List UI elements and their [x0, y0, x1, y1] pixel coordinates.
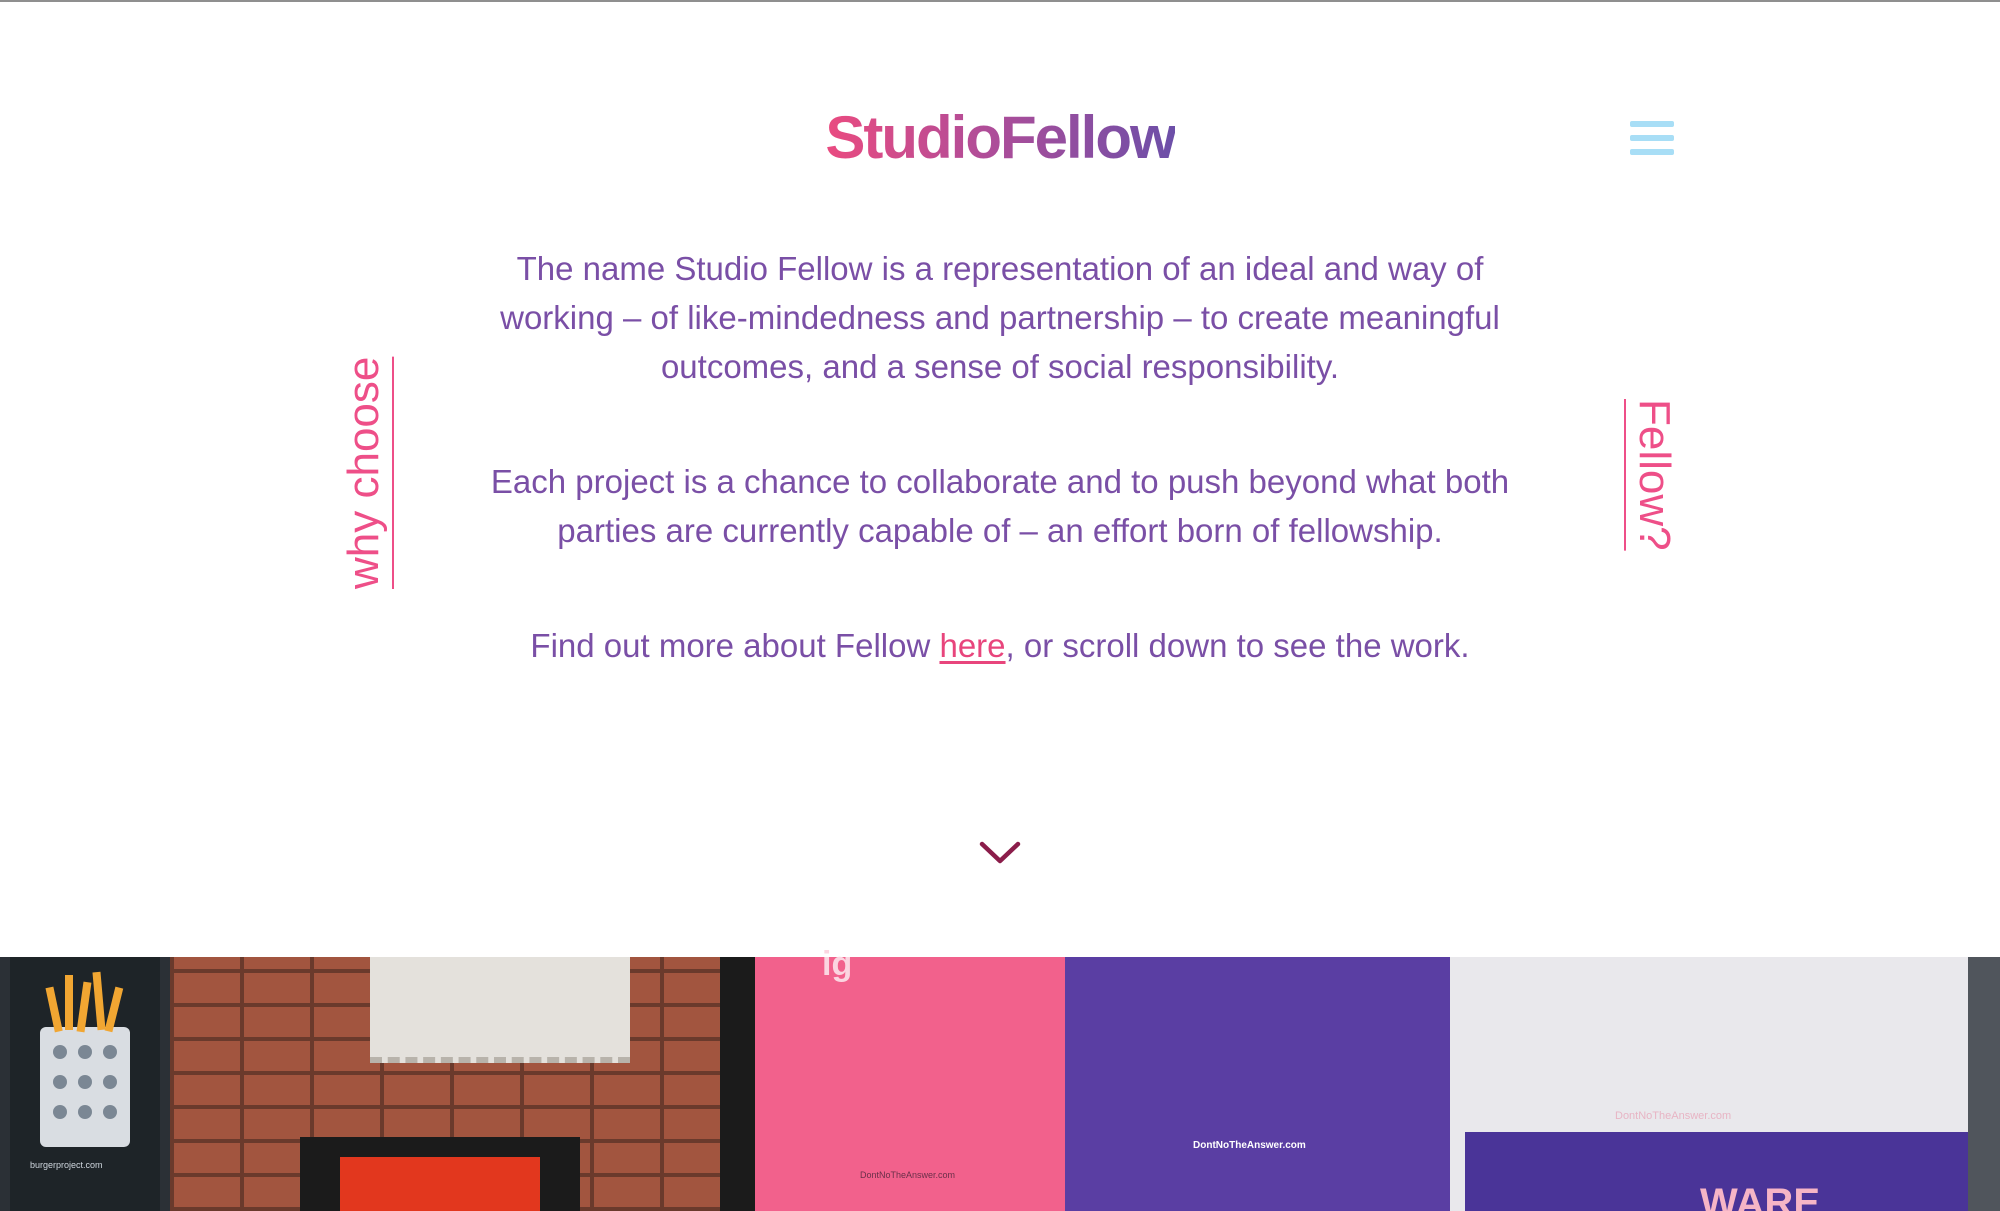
pink-poster-url: DontNoTheAnswer.com [860, 1170, 956, 1180]
logo-text[interactable]: StudioFellow [825, 104, 1176, 171]
dark-pole [720, 957, 760, 1211]
edge-poster [1968, 957, 2000, 1211]
site-logo[interactable]: StudioFellow [0, 103, 2000, 173]
pink-poster-heading: ig [822, 945, 853, 983]
page: StudioFellow why choose Fellow? The name… [0, 0, 2000, 1211]
intro-paragraph-1: The name Studio Fellow is a representati… [500, 250, 1500, 385]
featured-work-photo[interactable] [0, 957, 2000, 1211]
scroll-down-text: , or scroll down to see the work. [1005, 627, 1470, 664]
side-label-why-choose: why choose [339, 356, 388, 589]
navy-poster-word: WARE [1700, 1181, 1820, 1211]
side-label-fellow: Fellow? [1630, 399, 1679, 551]
fries-poster [10, 957, 160, 1211]
top-divider [0, 0, 2000, 2]
white-poster-url: DontNoTheAnswer.com [1615, 1110, 1732, 1122]
menu-bar-top [1630, 121, 1674, 127]
purple-poster-url: DontNoTheAnswer.com [1193, 1140, 1306, 1151]
stamp-poster [370, 957, 630, 1063]
menu-bar-bottom [1630, 149, 1674, 155]
fries-poster-url: burgerproject.com [30, 1160, 103, 1170]
chevron-down-icon [979, 841, 1021, 864]
scroll-down-button[interactable] [978, 840, 1022, 866]
red-sign-panel [340, 1157, 540, 1211]
menu-bar-middle [1630, 135, 1674, 141]
fries-illustration [40, 971, 130, 1147]
intro-paragraph-2: Each project is a chance to collaborate … [490, 463, 1510, 549]
about-here-link[interactable]: here [939, 627, 1005, 664]
intro-text: The name Studio Fellow is a representati… [470, 244, 1530, 670]
intro-paragraph-3: Find out more about Fellow here, or scro… [470, 621, 1530, 670]
hamburger-menu-icon[interactable] [1630, 121, 1674, 157]
find-out-more-text: Find out more about Fellow [530, 627, 940, 664]
purple-poster [1065, 957, 1450, 1211]
